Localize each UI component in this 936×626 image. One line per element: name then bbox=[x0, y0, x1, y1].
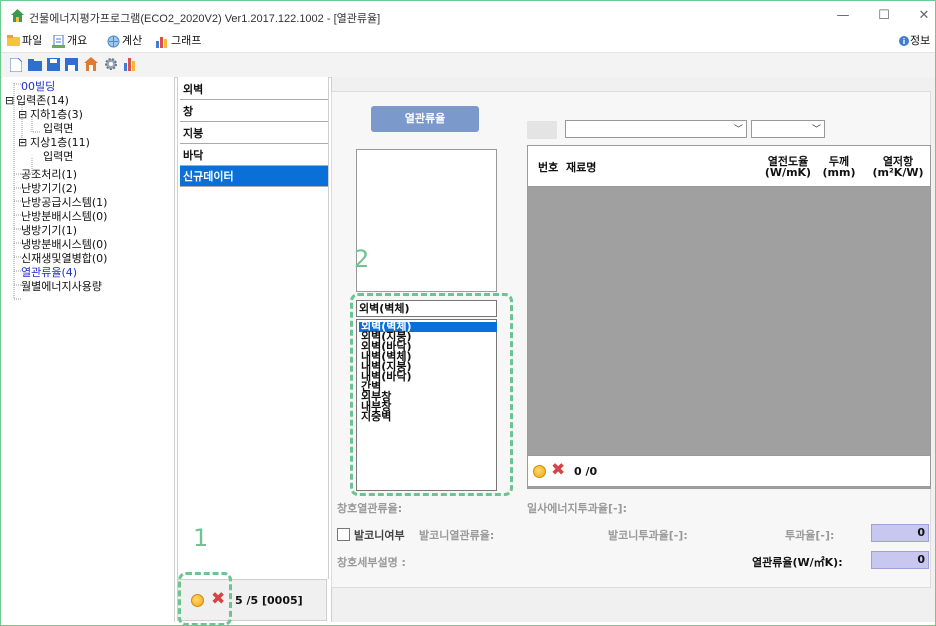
globe-icon bbox=[107, 35, 122, 48]
menu-file[interactable]: 파일 bbox=[7, 33, 42, 49]
save-as-icon[interactable] bbox=[65, 58, 78, 74]
settings-gear-icon[interactable] bbox=[104, 57, 118, 74]
project-tree: 00빌딩 ⊟ 입력존(14) ⊟ 지하1층(3) 입력면 ⊟ 지상1층(11) … bbox=[2, 77, 175, 622]
tree-item-heater[interactable]: 난방기기(2) bbox=[21, 182, 77, 195]
balcony-u-label: 발코니열관류율: bbox=[419, 529, 495, 542]
open-folder-icon[interactable] bbox=[28, 58, 42, 74]
chevron-down-icon: ﹀ bbox=[811, 125, 821, 135]
col-conductivity[interactable]: 열전도율 (W/mK) bbox=[759, 156, 817, 178]
tree-item-cool-dist[interactable]: 냉방분배시스템(0) bbox=[21, 238, 107, 251]
solar-transmittance-label: 일사에너지투과율[-]: bbox=[527, 502, 627, 515]
tree-item-b1-input[interactable]: 입력면 bbox=[43, 122, 73, 135]
menu-graph-label: 그래프 bbox=[171, 34, 202, 47]
annotation-number-2: 2 bbox=[354, 245, 370, 273]
col-thickness[interactable]: 두께 (mm) bbox=[821, 156, 857, 178]
transmittance-label: 투과율[-]: bbox=[785, 529, 835, 542]
window-description-label: 창호세부설명 : bbox=[337, 556, 406, 569]
menu-bar: 파일 개요 계산 그래프 정보 bbox=[1, 31, 935, 51]
col-no[interactable]: 번호 bbox=[538, 162, 558, 173]
annotation-number-1: 1 bbox=[193, 524, 209, 552]
transmittance-input[interactable]: 0 bbox=[871, 524, 929, 542]
tree-item-cooler[interactable]: 냉방기기(1) bbox=[21, 224, 77, 237]
chart-icon[interactable] bbox=[124, 57, 138, 74]
category-new-data[interactable]: 신규데이터 bbox=[180, 166, 328, 187]
grid-header: 번호 재료명 열전도율 (W/mK) 두께 (mm) 열저항 (m²K/W) bbox=[528, 146, 930, 187]
tree-item-b1[interactable]: 지하1층(3) bbox=[30, 108, 83, 121]
col-resistance[interactable]: 열저항 (m²K/W) bbox=[868, 156, 928, 178]
app-icon bbox=[11, 9, 24, 22]
minimize-button[interactable]: — bbox=[828, 5, 858, 27]
tree-item-hvac[interactable]: 공조처리(1) bbox=[21, 168, 77, 181]
window-u-label: 창호열관류율: bbox=[337, 502, 403, 515]
tab-u-value[interactable]: 열관류율 bbox=[371, 106, 479, 132]
chevron-down-icon: ﹀ bbox=[733, 125, 743, 135]
menu-calc-label: 계산 bbox=[122, 34, 143, 47]
tree-toggle-input-zone[interactable]: ⊟ bbox=[5, 94, 14, 107]
tree-item-f1[interactable]: 지상1층(11) bbox=[30, 136, 90, 149]
col-resistance-unit: (m²K/W) bbox=[872, 166, 924, 179]
category-list: 외벽 창 지붕 바닥 신규데이터 bbox=[177, 77, 329, 579]
category-exterior-wall[interactable]: 외벽 bbox=[180, 79, 328, 100]
balcony-checkbox[interactable] bbox=[337, 528, 350, 541]
title-bar: 건물에너지평가프로그램(ECO2_2020V2) Ver1.2017.122.1… bbox=[1, 1, 935, 31]
info-icon bbox=[899, 35, 910, 48]
tree-item-heat-dist[interactable]: 난방분배시스템(0) bbox=[21, 210, 107, 223]
material-grid[interactable]: 번호 재료명 열전도율 (W/mK) 두께 (mm) 열저항 (m²K/W) bbox=[527, 145, 931, 489]
col-conductivity-unit: (W/mK) bbox=[764, 166, 812, 179]
tree-item-renewable[interactable]: 신재생및열병합(0) bbox=[21, 252, 107, 265]
tree-item-monthly-energy[interactable]: 월별에너지사용량 bbox=[21, 280, 102, 293]
u-value-label: 열관류율(W/㎡K): bbox=[752, 556, 843, 569]
annotation-highlight-add-button bbox=[178, 572, 232, 626]
grid-counter: 0 /0 bbox=[574, 465, 598, 478]
menu-info-label: 정보 bbox=[910, 34, 931, 47]
save-icon[interactable] bbox=[47, 58, 60, 74]
home-icon[interactable] bbox=[84, 57, 98, 74]
tree-toggle-b1[interactable]: ⊟ bbox=[18, 108, 27, 121]
tree-item-input-zone[interactable]: 입력존(14) bbox=[16, 94, 69, 107]
tree-item-f1-input[interactable]: 입력면 bbox=[43, 150, 73, 163]
tree-item-building[interactable]: 00빌딩 bbox=[21, 80, 55, 93]
tree-item-u-value[interactable]: 열관류율(4) bbox=[21, 266, 77, 279]
close-button[interactable]: ✕ bbox=[909, 5, 936, 27]
category-floor[interactable]: 바닥 bbox=[180, 145, 328, 166]
tree-item-heat-supply[interactable]: 난방공급시스템(1) bbox=[21, 196, 107, 209]
annotation-highlight-dropdown bbox=[350, 293, 513, 496]
category-window[interactable]: 창 bbox=[180, 101, 328, 122]
grid-toolbar: ✖ 0 /0 bbox=[527, 455, 931, 487]
toolbar bbox=[1, 52, 935, 78]
balcony-checkbox-label: 발코니여부 bbox=[354, 529, 405, 542]
layer-listbox[interactable] bbox=[356, 149, 497, 292]
menu-info[interactable]: 정보 bbox=[899, 33, 930, 49]
menu-overview[interactable]: 개요 bbox=[52, 33, 87, 49]
filter-label-box bbox=[527, 121, 557, 139]
material-combo[interactable]: ﹀ bbox=[565, 120, 747, 138]
folder-icon bbox=[7, 34, 22, 48]
record-counter: 5 /5 [0005] bbox=[235, 594, 303, 607]
maximize-button[interactable]: ☐ bbox=[869, 5, 899, 27]
menu-graph[interactable]: 그래프 bbox=[156, 33, 201, 49]
window-title: 건물에너지평가프로그램(ECO2_2020V2) Ver1.2017.122.1… bbox=[29, 13, 381, 25]
menu-overview-label: 개요 bbox=[67, 34, 88, 47]
col-thickness-unit: (mm) bbox=[822, 166, 856, 179]
tree-toggle-f1[interactable]: ⊟ bbox=[18, 136, 27, 149]
sub-combo[interactable]: ﹀ bbox=[751, 120, 825, 138]
bar-chart-icon bbox=[156, 35, 171, 48]
menu-file-label: 파일 bbox=[22, 34, 43, 47]
col-material[interactable]: 재료명 bbox=[566, 162, 596, 173]
balcony-transmittance-label: 발코니투과율[-]: bbox=[608, 529, 688, 542]
new-file-icon[interactable] bbox=[9, 57, 23, 75]
menu-calc[interactable]: 계산 bbox=[107, 33, 142, 49]
document-icon bbox=[52, 34, 67, 48]
category-roof[interactable]: 지붕 bbox=[180, 123, 328, 144]
add-row-icon[interactable] bbox=[533, 465, 546, 478]
u-value-input[interactable]: 0 bbox=[871, 551, 929, 569]
delete-row-icon[interactable]: ✖ bbox=[551, 462, 565, 479]
